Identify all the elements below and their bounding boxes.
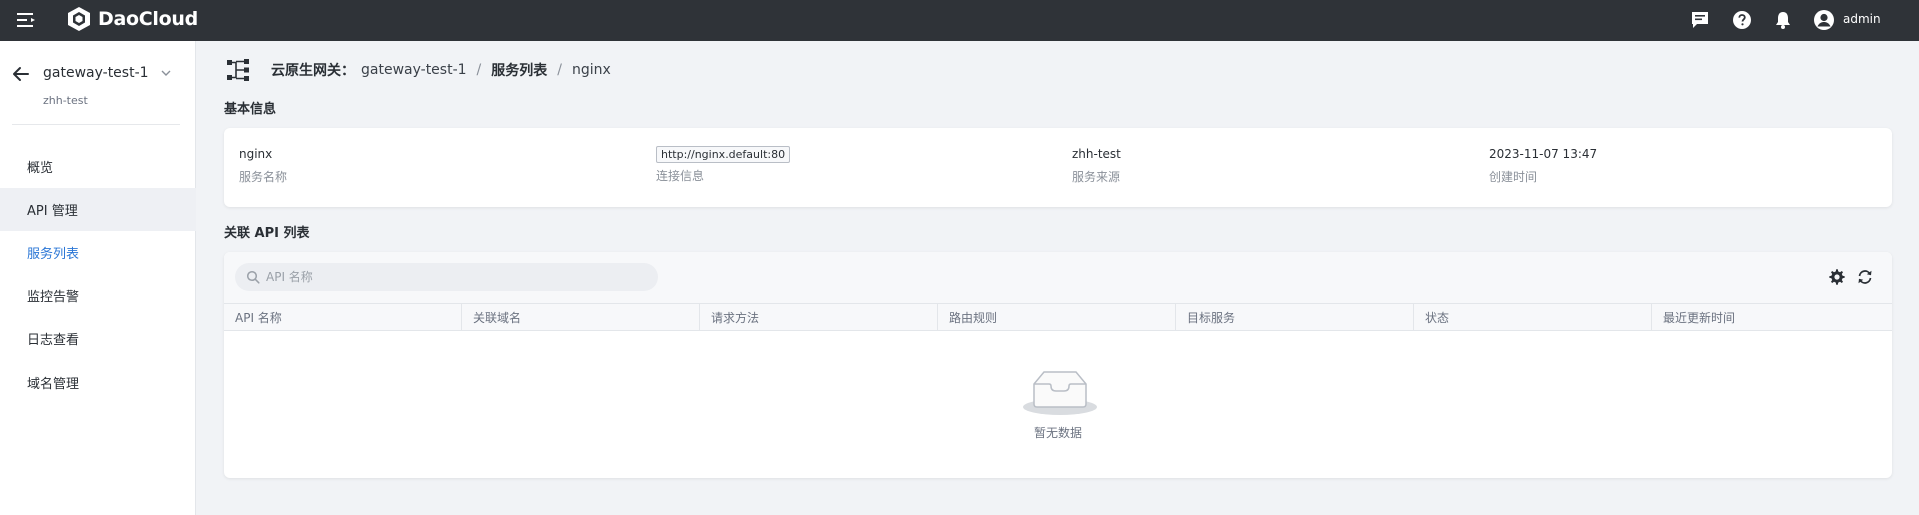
info-label: 服务名称: [239, 170, 288, 184]
chevron-down-icon[interactable]: [160, 67, 172, 79]
settings-gear-icon[interactable]: [1828, 268, 1846, 286]
info-label: 连接信息: [656, 169, 705, 183]
info-connection: http://nginx.default:80 连接信息: [656, 146, 791, 184]
table-header: API 名称 关联域名 请求方法 路由规则 目标服务 状态 最近更新时间: [224, 303, 1892, 331]
sidebar-item-label: 监控告警: [27, 290, 80, 305]
breadcrumb: 云原生网关： gateway-test-1 / 服务列表 / nginx: [271, 60, 611, 80]
empty-inbox-icon: [1023, 371, 1097, 415]
sidebar-item-label: 概览: [27, 161, 54, 176]
column-header-api-name: API 名称: [224, 304, 462, 330]
info-label: 创建时间: [1489, 170, 1538, 184]
breadcrumb-separator: /: [557, 62, 562, 78]
menu-icon[interactable]: [17, 12, 35, 28]
column-header-domain: 关联域名: [462, 304, 700, 330]
search-icon: [246, 270, 260, 284]
breadcrumb-service-list-link[interactable]: 服务列表: [491, 60, 547, 80]
search-box[interactable]: [235, 263, 658, 291]
sidebar-item-service-list[interactable]: 服务列表: [0, 231, 196, 274]
bell-icon[interactable]: [1772, 9, 1794, 31]
sidebar-item-logs[interactable]: 日志查看: [0, 317, 196, 360]
sidebar-item-label: API 管理: [27, 204, 78, 219]
api-list-card: API 名称 关联域名 请求方法 路由规则 目标服务 状态 最近更新时间 暂无数…: [224, 252, 1892, 478]
help-icon[interactable]: [1731, 9, 1753, 31]
column-header-route-rule: 路由规则: [938, 304, 1176, 330]
column-header-method: 请求方法: [700, 304, 938, 330]
info-created-time: 2023-11-07 13:47 创建时间: [1489, 147, 1597, 185]
gateway-name[interactable]: gateway-test-1: [43, 65, 149, 81]
top-navigation-bar: DaoCloud admin: [0, 0, 1919, 41]
basic-info-title: 基本信息: [224, 102, 277, 117]
sidebar-item-label: 日志查看: [27, 333, 80, 348]
info-value: 2023-11-07 13:47: [1489, 147, 1598, 161]
refresh-icon[interactable]: [1856, 268, 1874, 286]
sidebar-item-overview[interactable]: 概览: [0, 145, 196, 188]
gateway-namespace: zhh-test: [43, 94, 88, 107]
user-avatar-icon[interactable]: [1813, 9, 1835, 31]
username-label[interactable]: admin: [1843, 12, 1881, 26]
sidebar-item-domain-management[interactable]: 域名管理: [0, 361, 196, 404]
brand-name: DaoCloud: [98, 8, 198, 30]
basic-info-card: nginx 服务名称 http://nginx.default:80 连接信息 …: [224, 128, 1892, 207]
daocloud-logo-icon: [68, 7, 90, 31]
sidebar: gateway-test-1 zhh-test 概览 API 管理 服务列表 监…: [0, 41, 196, 515]
sidebar-divider: [12, 124, 180, 125]
sidebar-item-label: 服务列表: [27, 247, 80, 262]
column-header-target-service: 目标服务: [1176, 304, 1414, 330]
column-header-updated-time: 最近更新时间: [1663, 310, 1736, 325]
info-label: 服务来源: [1072, 170, 1121, 184]
message-icon[interactable]: [1689, 9, 1711, 31]
info-service-name: nginx 服务名称: [239, 147, 287, 185]
breadcrumb-separator: /: [476, 62, 482, 78]
search-input[interactable]: [266, 270, 646, 284]
breadcrumb-current: nginx: [571, 62, 611, 78]
breadcrumb-gateway-link[interactable]: gateway-test-1: [361, 62, 467, 78]
table-toolbar: [224, 252, 1892, 303]
empty-state-text: 暂无数据: [1033, 426, 1082, 440]
info-value: nginx: [239, 147, 273, 161]
breadcrumb-root: 云原生网关：: [271, 63, 355, 79]
sidebar-item-api-management[interactable]: API 管理: [0, 188, 196, 231]
info-service-source: zhh-test 服务来源: [1072, 147, 1121, 185]
api-list-title: 关联 API 列表: [224, 226, 310, 241]
gateway-topology-icon: [227, 59, 249, 81]
connection-url-tag[interactable]: http://nginx.default:80: [656, 146, 791, 163]
sidebar-item-label: 域名管理: [27, 377, 80, 392]
back-arrow-icon[interactable]: [12, 65, 30, 83]
column-header-status: 状态: [1414, 304, 1652, 330]
brand-logo[interactable]: DaoCloud: [66, 6, 198, 32]
info-value: zhh-test: [1072, 147, 1121, 161]
sidebar-item-monitoring-alerts[interactable]: 监控告警: [0, 274, 196, 317]
